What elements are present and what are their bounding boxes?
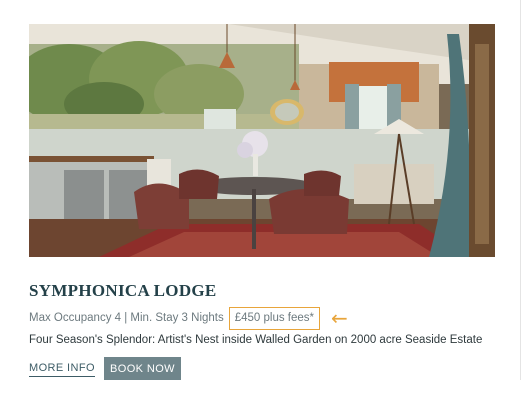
- left-arrow-icon: ←: [331, 306, 348, 330]
- price-text: £450 plus fees*: [234, 311, 315, 324]
- listing-description: Four Season's Splendor: Artist's Nest in…: [29, 334, 483, 346]
- listing-title: SYMPHONICA LODGE: [29, 281, 217, 300]
- price-highlight: £450 plus fees*: [228, 306, 321, 330]
- divider: [520, 0, 521, 380]
- listing-card: SYMPHONICA LODGE Max Occupancy 4 | Min. …: [0, 0, 524, 406]
- more-info-link[interactable]: MORE INFO: [29, 362, 95, 377]
- occupancy-text: Max Occupancy 4 | Min. Stay 3 Nights: [29, 312, 224, 324]
- listing-meta-row: Max Occupancy 4 | Min. Stay 3 Nights £45…: [29, 306, 348, 330]
- lodge-interior-image: [29, 24, 495, 257]
- book-now-button[interactable]: BOOK NOW: [104, 357, 181, 380]
- lodge-photo[interactable]: [29, 24, 495, 257]
